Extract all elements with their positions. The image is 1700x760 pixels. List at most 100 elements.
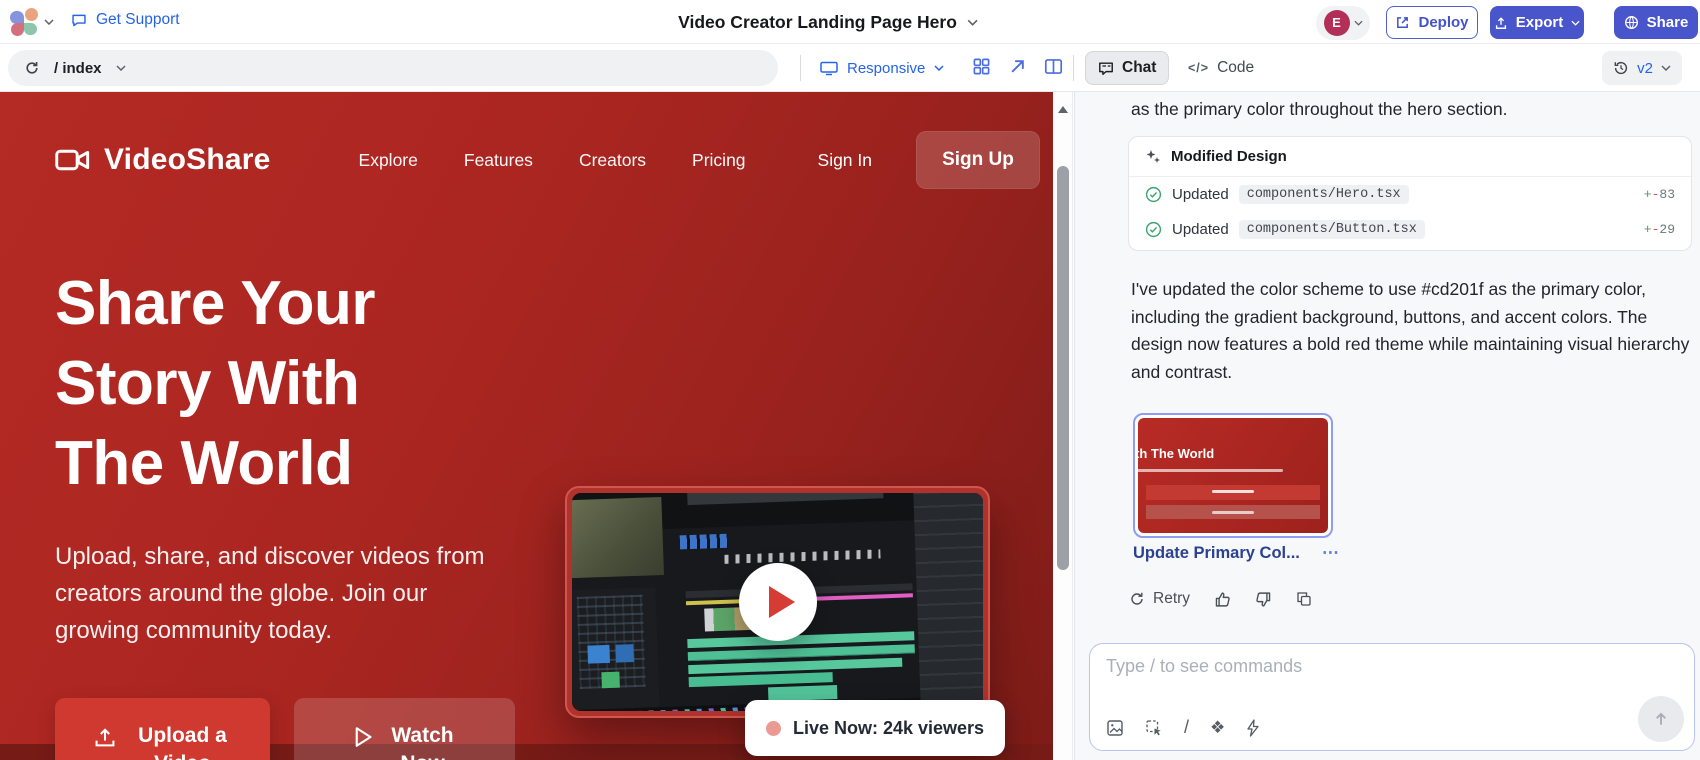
account-menu[interactable]: E (1316, 6, 1370, 40)
url-bar[interactable]: / index (8, 50, 778, 86)
preview-pane: VideoShare Explore Features Creators Pri… (0, 92, 1053, 760)
app-logo-icon[interactable] (10, 8, 38, 36)
route-path: / index (54, 60, 102, 77)
chevron-down-icon (1661, 65, 1671, 71)
chat-input-box[interactable]: / ❖ (1089, 643, 1695, 751)
chevron-down-icon[interactable] (116, 65, 126, 71)
code-tab-label: Code (1217, 59, 1254, 77)
scroll-up-arrow[interactable] (1058, 106, 1068, 113)
version-thumbnail[interactable]: th The World (1133, 413, 1333, 538)
version-select[interactable]: v2 (1602, 51, 1682, 85)
check-circle-icon (1145, 221, 1162, 238)
watch-now-label: Watch Now (389, 722, 457, 760)
retry-button[interactable]: Retry (1129, 590, 1190, 608)
message-actions: Retry (1129, 590, 1312, 608)
file-path: components/Button.tsx (1239, 220, 1425, 239)
chevron-down-icon[interactable] (44, 19, 54, 25)
get-support-label: Get Support (96, 11, 180, 29)
upload-video-button[interactable]: Upload a Video (55, 698, 270, 760)
project-title-group[interactable]: Video Creator Landing Page Hero (678, 0, 978, 44)
refresh-icon[interactable] (24, 60, 40, 76)
video-camera-icon (55, 147, 90, 173)
code-icon: </> (1188, 61, 1209, 75)
deploy-button[interactable]: Deploy (1386, 6, 1478, 39)
lightning-icon[interactable] (1246, 719, 1260, 737)
support-chat-icon (70, 12, 88, 29)
sign-in-link[interactable]: Sign In (818, 150, 872, 171)
preview-scrollbar[interactable] (1053, 92, 1073, 760)
version-label: v2 (1637, 60, 1653, 77)
site-brand[interactable]: VideoShare (55, 143, 271, 177)
version-link[interactable]: Update Primary Col... (1133, 544, 1300, 563)
preview-toolbar: / index Responsive (0, 44, 1700, 92)
chevron-down-icon (934, 65, 944, 71)
hero-heading: Share Your Story With The World (55, 264, 375, 504)
more-options-icon[interactable]: ⋯ (1322, 543, 1341, 563)
nav-creators[interactable]: Creators (579, 150, 646, 171)
grid-view-icon[interactable] (972, 57, 994, 79)
diff-count: +-29 (1644, 222, 1675, 237)
external-link-icon (1395, 15, 1410, 30)
modified-design-card: Modified Design Updated components/Hero.… (1128, 136, 1692, 251)
tab-chat[interactable]: Chat (1085, 51, 1169, 85)
thumbs-up-icon[interactable] (1214, 591, 1231, 608)
select-element-icon[interactable] (1145, 719, 1163, 737)
mini-heading: th The World (1138, 446, 1214, 461)
command-menu-icon[interactable]: ❖ (1210, 718, 1225, 738)
play-triangle-icon (769, 586, 795, 618)
site-nav: Explore Features Creators Pricing (359, 150, 746, 171)
sign-up-button[interactable]: Sign Up (916, 131, 1040, 189)
top-bar: Get Support Video Creator Landing Page H… (0, 0, 1700, 44)
send-button[interactable] (1638, 696, 1684, 742)
app-window: Get Support Video Creator Landing Page H… (0, 0, 1700, 760)
upload-icon (93, 725, 117, 760)
share-button[interactable]: Share (1614, 6, 1698, 39)
play-button[interactable] (739, 563, 817, 641)
chat-bubble-icon (1098, 61, 1114, 76)
divider (800, 55, 801, 81)
export-button[interactable]: Export (1490, 6, 1584, 39)
editor-transport-controls (724, 550, 881, 565)
page-title: Video Creator Landing Page Hero (678, 12, 957, 33)
chevron-down-icon (967, 19, 978, 26)
file-change-row[interactable]: Updated components/Button.tsx +-29 (1129, 212, 1691, 250)
topbar-actions: E Deploy Export (1316, 6, 1698, 39)
watch-now-button[interactable]: Watch Now (294, 698, 515, 760)
chat-input[interactable] (1106, 656, 1678, 677)
deploy-label: Deploy (1418, 14, 1468, 31)
open-in-new-icon[interactable] (1008, 57, 1030, 79)
file-change-row[interactable]: Updated components/Hero.tsx +-83 (1129, 177, 1691, 212)
divider (1073, 55, 1074, 81)
tab-code[interactable]: </> Code (1176, 51, 1266, 85)
sparkles-icon (1145, 149, 1161, 165)
nav-features[interactable]: Features (464, 150, 533, 171)
live-dot-icon (766, 721, 781, 736)
thumbs-down-icon[interactable] (1255, 591, 1272, 608)
get-support-link[interactable]: Get Support (70, 11, 180, 29)
split-view-icon[interactable] (1044, 57, 1066, 79)
check-circle-icon (1145, 186, 1162, 203)
editor-media-list (913, 493, 983, 711)
nav-pricing[interactable]: Pricing (692, 150, 746, 171)
diff-count: +-83 (1644, 187, 1675, 202)
copy-icon[interactable] (1296, 591, 1312, 607)
upload-video-label: Upload a Video (133, 722, 233, 760)
retry-label: Retry (1153, 590, 1190, 608)
sign-up-label: Sign Up (942, 149, 1014, 171)
upload-icon (1494, 16, 1508, 30)
attach-image-icon[interactable] (1106, 719, 1124, 737)
chevron-down-icon (1354, 20, 1363, 26)
retry-icon (1129, 591, 1145, 607)
scrollbar-thumb[interactable] (1057, 166, 1069, 570)
history-icon (1613, 60, 1629, 76)
hero-video-card[interactable] (565, 486, 990, 718)
site-header: VideoShare Explore Features Creators Pri… (55, 128, 1040, 192)
share-label: Share (1647, 14, 1689, 31)
nav-explore[interactable]: Explore (359, 150, 418, 171)
slash-command-icon[interactable]: / (1184, 717, 1189, 738)
composer-tools: / ❖ (1106, 717, 1260, 738)
live-badge-label: Live Now: 24k viewers (793, 718, 984, 739)
responsive-select[interactable]: Responsive (820, 51, 944, 85)
responsive-label: Responsive (847, 60, 925, 77)
file-status: Updated (1172, 221, 1229, 238)
